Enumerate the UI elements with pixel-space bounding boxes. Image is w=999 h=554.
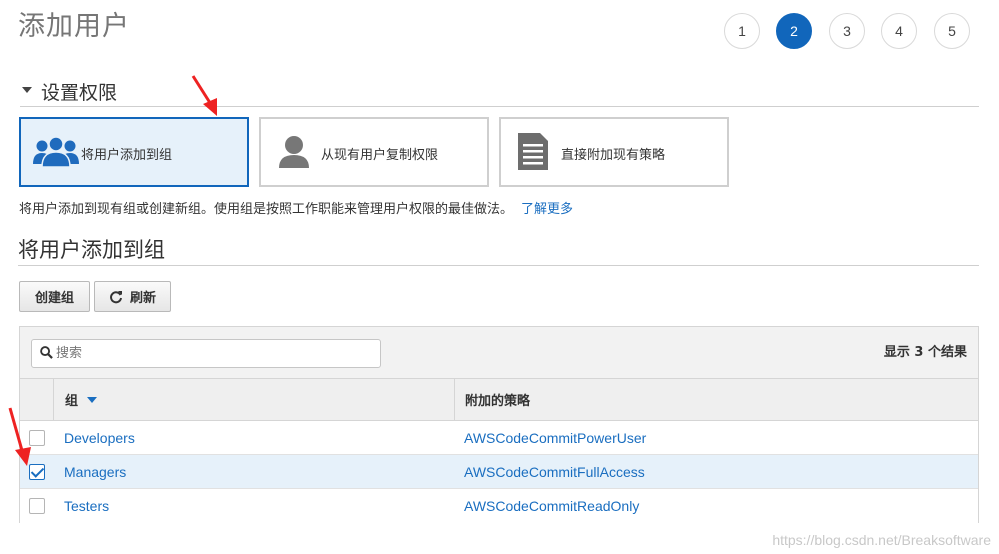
step-3[interactable]: 3 [829, 13, 865, 49]
column-divider [454, 379, 455, 420]
permissions-description: 将用户添加到现有组或创建新组。使用组是按照工作职能来管理用户权限的最佳做法。 了解… [19, 198, 573, 217]
table-row[interactable]: Testers AWSCodeCommitReadOnly [20, 489, 978, 523]
step-4[interactable]: 4 [881, 13, 917, 49]
option-add-to-group[interactable]: 将用户添加到组 [19, 117, 249, 187]
page-title: 添加用户 [18, 11, 130, 42]
collapse-caret-icon[interactable] [22, 87, 32, 93]
sort-descending-icon [87, 396, 98, 403]
group-name-link[interactable]: Testers [64, 489, 109, 522]
permissions-section-header[interactable]: 设置权限 [20, 78, 979, 107]
annotation-arrow-icon [191, 75, 217, 116]
table-row[interactable]: Managers AWSCodeCommitFullAccess [20, 455, 978, 489]
option-add-to-group-label: 将用户添加到组 [81, 148, 173, 163]
policy-link[interactable]: AWSCodeCommitPowerUser [464, 421, 646, 454]
create-group-button[interactable]: 创建组 [19, 281, 90, 312]
search-box[interactable] [31, 339, 381, 368]
step-1[interactable]: 1 [724, 13, 760, 49]
option-attach-policies-label: 直接附加现有策略 [561, 148, 666, 163]
create-group-label: 创建组 [34, 291, 74, 306]
document-icon [518, 133, 548, 170]
permissions-section-title: 设置权限 [41, 82, 118, 104]
column-header-group-label: 组 [65, 394, 79, 409]
refresh-icon [110, 290, 122, 303]
table-row[interactable]: Developers AWSCodeCommitPowerUser [20, 421, 978, 455]
watermark: https://blog.csdn.net/Breaksoftware [772, 532, 991, 548]
refresh-label: 刷新 [129, 291, 156, 306]
column-header-group[interactable]: 组 [65, 379, 98, 420]
refresh-button[interactable]: 刷新 [94, 281, 171, 312]
table-header: 组 附加的策略 [20, 379, 978, 421]
row-checkbox[interactable] [29, 498, 45, 514]
users-group-icon [33, 136, 79, 168]
groups-table: 显示 3 个结果 组 附加的策略 Developers AWSCodeCommi… [19, 326, 979, 523]
annotation-arrow-icon [8, 407, 31, 466]
search-input[interactable] [56, 343, 372, 364]
option-attach-policies[interactable]: 直接附加现有策略 [499, 117, 729, 187]
user-icon [279, 136, 309, 168]
group-name-link[interactable]: Managers [64, 455, 126, 488]
groups-section-header: 将用户添加到组 [18, 234, 979, 266]
option-copy-permissions[interactable]: 从现有用户复制权限 [259, 117, 489, 187]
learn-more-link[interactable]: 了解更多 [521, 202, 573, 217]
step-5[interactable]: 5 [934, 13, 970, 49]
groups-section-title: 将用户添加到组 [18, 238, 165, 262]
policy-link[interactable]: AWSCodeCommitReadOnly [464, 489, 639, 522]
description-text: 将用户添加到现有组或创建新组。使用组是按照工作职能来管理用户权限的最佳做法。 [19, 202, 514, 217]
table-toolbar: 显示 3 个结果 [20, 327, 978, 379]
column-divider [53, 379, 54, 420]
result-count: 显示 3 个结果 [883, 345, 967, 360]
search-icon [40, 346, 53, 359]
column-header-policy[interactable]: 附加的策略 [465, 379, 530, 420]
option-copy-permissions-label: 从现有用户复制权限 [321, 148, 439, 163]
step-2[interactable]: 2 [776, 13, 812, 49]
group-name-link[interactable]: Developers [64, 421, 135, 454]
policy-link[interactable]: AWSCodeCommitFullAccess [464, 455, 645, 488]
